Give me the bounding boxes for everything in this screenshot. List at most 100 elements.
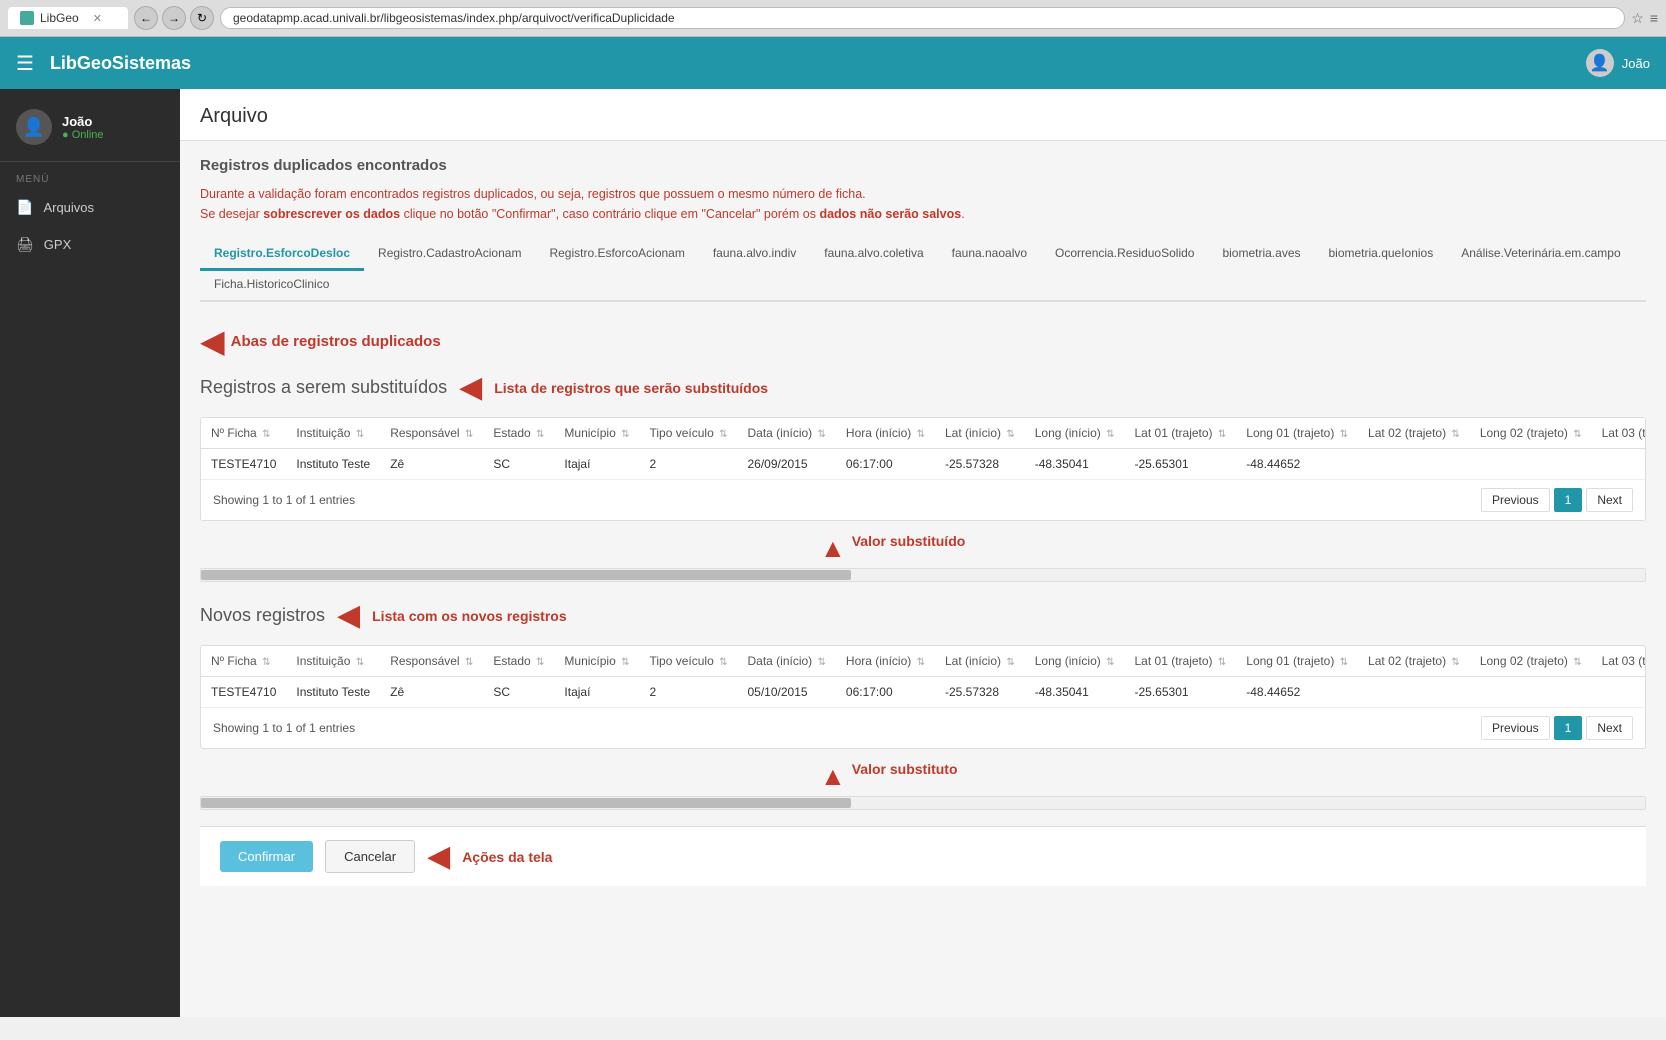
cancel-button[interactable]: Cancelar — [325, 840, 415, 873]
col2-lat-inicio[interactable]: Lat (início) ⇅ — [935, 646, 1025, 677]
sidebar-avatar: 👤 — [16, 109, 52, 145]
col2-lat01[interactable]: Lat 01 (trajeto) ⇅ — [1125, 646, 1237, 677]
table2-next-button[interactable]: Next — [1586, 716, 1633, 740]
table2-section-title: Novos registros — [200, 605, 325, 626]
sidebar-user-info: João ● Online — [62, 114, 104, 141]
cell2-long02 — [1470, 677, 1592, 708]
cell2-hora-inicio: 06:17:00 — [836, 677, 935, 708]
value2-annotation-row: ▲ Valor substituto — [820, 761, 1646, 792]
cell2-long01: -48.44652 — [1236, 677, 1358, 708]
col-tipo-veiculo[interactable]: Tipo veículo ⇅ — [640, 418, 738, 449]
cell2-tipo-veiculo: 2 — [640, 677, 738, 708]
browser-tab[interactable]: LibGeo ✕ — [8, 7, 128, 29]
col2-responsavel[interactable]: Responsável ⇅ — [380, 646, 483, 677]
table2-container: Nº Ficha ⇅ Instituição ⇅ Responsável ⇅ E… — [200, 645, 1646, 749]
actions-arrow-icon: ◀ — [427, 839, 450, 874]
col2-data-inicio[interactable]: Data (início) ⇅ — [737, 646, 835, 677]
sidebar-item-gpx[interactable]: 🖨 GPX — [0, 226, 180, 263]
user-area: 👤 João — [1586, 49, 1650, 77]
col-instituicao[interactable]: Instituição ⇅ — [286, 418, 380, 449]
table2-footer: Showing 1 to 1 of 1 entries Previous 1 N… — [201, 707, 1645, 748]
tab-registro-esforco-desloc[interactable]: Registro.EsforcoDesloc — [200, 238, 364, 271]
col-estado[interactable]: Estado ⇅ — [483, 418, 554, 449]
col2-lat03[interactable]: Lat 03 (trajeto) ⇅ — [1592, 646, 1646, 677]
table1-scroll-thumb — [201, 570, 851, 580]
table1-header-row: Nº Ficha ⇅ Instituição ⇅ Responsável ⇅ E… — [201, 418, 1646, 449]
table2-prev-button[interactable]: Previous — [1481, 716, 1550, 740]
table1-page1-button[interactable]: 1 — [1554, 488, 1583, 512]
tab-registro-cadastro[interactable]: Registro.CadastroAcionam — [364, 238, 535, 271]
col-nficha[interactable]: Nº Ficha ⇅ — [201, 418, 286, 449]
table1-next-button[interactable]: Next — [1586, 488, 1633, 512]
confirm-button[interactable]: Confirmar — [220, 841, 313, 872]
tab-close-icon[interactable]: ✕ — [93, 12, 102, 25]
sidebar-item-label: Arquivos — [43, 200, 94, 215]
cell2-responsavel: Zê — [380, 677, 483, 708]
hamburger-button[interactable]: ☰ — [16, 51, 34, 76]
table1-scrollbar[interactable] — [200, 568, 1646, 582]
bookmark-icon[interactable]: ☆ — [1631, 10, 1644, 27]
col2-tipo-veiculo[interactable]: Tipo veículo ⇅ — [640, 646, 738, 677]
tab-fauna-naoalvo[interactable]: fauna.naoalvo — [938, 238, 1041, 271]
menu-icon[interactable]: ≡ — [1650, 10, 1658, 27]
tab-fauna-alvo-indiv[interactable]: fauna.alvo.indiv — [699, 238, 810, 271]
col-hora-inicio[interactable]: Hora (início) ⇅ — [836, 418, 935, 449]
cell2-long-inicio: -48.35041 — [1025, 677, 1125, 708]
tab-ficha-historico[interactable]: Ficha.HistoricoClinico — [200, 269, 343, 302]
table1-container: Nº Ficha ⇅ Instituição ⇅ Responsável ⇅ E… — [200, 417, 1646, 521]
table-row: TESTE4710 Instituto Teste Zê SC Itajaí 2… — [201, 449, 1646, 480]
col-long01[interactable]: Long 01 (trajeto) ⇅ — [1236, 418, 1358, 449]
col-lat01[interactable]: Lat 01 (trajeto) ⇅ — [1125, 418, 1237, 449]
cell-tipo-veiculo: 2 — [640, 449, 738, 480]
col-municipio[interactable]: Município ⇅ — [554, 418, 639, 449]
col2-hora-inicio[interactable]: Hora (início) ⇅ — [836, 646, 935, 677]
sidebar-item-label: GPX — [44, 237, 71, 252]
col2-estado[interactable]: Estado ⇅ — [483, 646, 554, 677]
tab-analise-vet[interactable]: Análise.Veterinária.em.campo — [1447, 238, 1634, 271]
table2-page1-button[interactable]: 1 — [1554, 716, 1583, 740]
col2-municipio[interactable]: Município ⇅ — [554, 646, 639, 677]
tab-registro-esforco-acionam[interactable]: Registro.EsforcoAcionam — [535, 238, 698, 271]
browser-chrome: LibGeo ✕ ← → ↻ geodatapmp.acad.univali.b… — [0, 0, 1666, 37]
file-icon: 📄 — [16, 199, 33, 216]
col2-long01[interactable]: Long 01 (trajeto) ⇅ — [1236, 646, 1358, 677]
alert-line1: Durante a validação foram encontrados re… — [200, 184, 1646, 204]
col-responsavel[interactable]: Responsável ⇅ — [380, 418, 483, 449]
col2-long-inicio[interactable]: Long (início) ⇅ — [1025, 646, 1125, 677]
col2-long02[interactable]: Long 02 (trajeto) ⇅ — [1470, 646, 1592, 677]
forward-button[interactable]: → — [162, 6, 186, 30]
table1: Nº Ficha ⇅ Instituição ⇅ Responsável ⇅ E… — [201, 418, 1646, 479]
table1-section-annotation-label: Lista de registros que serão substituído… — [494, 380, 768, 396]
value1-up-arrow-icon: ▲ — [820, 533, 846, 564]
alert-text: Durante a validação foram encontrados re… — [200, 184, 1646, 224]
col2-lat02[interactable]: Lat 02 (trajeto) ⇅ — [1358, 646, 1470, 677]
col2-nficha[interactable]: Nº Ficha ⇅ — [201, 646, 286, 677]
back-button[interactable]: ← — [134, 6, 158, 30]
table1-footer: Showing 1 to 1 of 1 entries Previous 1 N… — [201, 479, 1645, 520]
sidebar-menu-label: MENÚ — [0, 162, 180, 189]
table2-scrollbar[interactable] — [200, 796, 1646, 810]
tab-biometria-queionios[interactable]: biometria.queIonios — [1315, 238, 1448, 271]
page-body: Registros duplicados encontrados Durante… — [180, 141, 1666, 902]
table2-section-arrow-icon: ◀ — [337, 598, 360, 633]
col-lat02[interactable]: Lat 02 (trajeto) ⇅ — [1358, 418, 1470, 449]
address-bar[interactable]: geodatapmp.acad.univali.br/libgeosistema… — [220, 7, 1625, 29]
table1-prev-button[interactable]: Previous — [1481, 488, 1550, 512]
col-long-inicio[interactable]: Long (início) ⇅ — [1025, 418, 1125, 449]
col-lat-inicio[interactable]: Lat (início) ⇅ — [935, 418, 1025, 449]
tab-fauna-alvo-coletiva[interactable]: fauna.alvo.coletiva — [810, 238, 937, 271]
col-lat03[interactable]: Lat 03 (trajeto) ⇅ — [1592, 418, 1646, 449]
cell-lat-inicio: -25.57328 — [935, 449, 1025, 480]
sidebar-item-arquivos[interactable]: 📄 Arquivos — [0, 189, 180, 226]
col2-instituicao[interactable]: Instituição ⇅ — [286, 646, 380, 677]
tab-ocorrencia[interactable]: Ocorrencia.ResiduoSolido — [1041, 238, 1208, 271]
reload-button[interactable]: ↻ — [190, 6, 214, 30]
col-long02[interactable]: Long 02 (trajeto) ⇅ — [1470, 418, 1592, 449]
table2-showing: Showing 1 to 1 of 1 entries — [213, 721, 355, 735]
col-data-inicio[interactable]: Data (início) ⇅ — [737, 418, 835, 449]
cell-long02 — [1470, 449, 1592, 480]
cell2-data-inicio: 05/10/2015 — [737, 677, 835, 708]
table1-pagination: Previous 1 Next — [1481, 488, 1633, 512]
table2-pagination: Previous 1 Next — [1481, 716, 1633, 740]
tab-biometria-aves[interactable]: biometria.aves — [1208, 238, 1314, 271]
